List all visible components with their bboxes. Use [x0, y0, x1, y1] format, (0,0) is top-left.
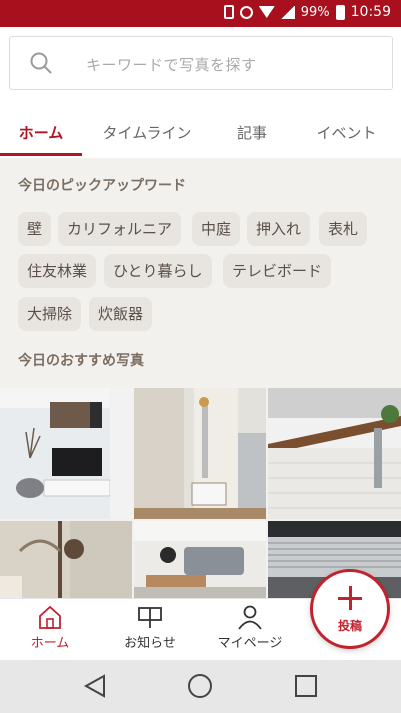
nav-home-label: ホーム — [30, 636, 70, 651]
photo-tile[interactable] — [0, 521, 132, 598]
home-icon — [39, 605, 61, 629]
signboard-icon — [138, 607, 162, 628]
battery-icon — [335, 4, 345, 20]
nav-mypage[interactable]: マイページ — [200, 599, 300, 659]
search-input[interactable]: キーワードで写真を探す — [9, 36, 393, 90]
living-room-photo — [0, 388, 132, 519]
pickup-chip[interactable]: カリフォルニア — [58, 212, 182, 246]
wifi-icon — [258, 6, 275, 18]
pickup-chip[interactable]: 住友林業 — [18, 254, 97, 288]
photo-tile[interactable] — [134, 521, 266, 598]
nav-notifications-label: お知らせ — [124, 636, 176, 651]
pickup-chip[interactable]: ひとり暮らし — [104, 254, 212, 288]
pickup-chip[interactable]: 大掃除 — [18, 297, 82, 331]
tab-timeline[interactable]: タイムライン — [82, 113, 212, 158]
clock: 10:59 — [350, 4, 391, 20]
search-placeholder: キーワードで写真を探す — [86, 56, 257, 74]
sofa-photo — [134, 521, 266, 598]
pickup-chip[interactable]: 炊飯器 — [89, 297, 153, 331]
pickup-chip[interactable]: 壁 — [18, 212, 52, 246]
tab-home[interactable]: ホーム — [0, 113, 82, 158]
recommend-title: 今日のおすすめ写真 — [18, 353, 144, 369]
user-icon — [238, 605, 262, 630]
search-icon — [30, 52, 52, 74]
back-icon[interactable] — [83, 674, 105, 698]
post-button-label: 投稿 — [337, 619, 362, 633]
photo-grid — [0, 388, 401, 598]
nav-mypage-label: マイページ — [217, 636, 283, 651]
plus-icon — [338, 586, 362, 610]
tab-articles[interactable]: 記事 — [212, 113, 292, 158]
pickup-chip[interactable]: 中庭 — [192, 212, 241, 246]
vibrate-icon — [223, 5, 234, 19]
tab-events[interactable]: イベント — [292, 113, 401, 158]
photo-tile[interactable] — [0, 388, 132, 519]
pickup-chip[interactable]: テレビボード — [223, 254, 332, 288]
post-button[interactable]: 投稿 — [310, 569, 390, 649]
pickup-chip[interactable]: 押入れ — [247, 212, 311, 246]
tab-bar: ホーム タイムライン 記事 イベント — [0, 113, 401, 158]
battery-percent: 99% — [300, 4, 330, 20]
header: キーワードで写真を探す ホーム タイムライン 記事 イベント — [0, 27, 401, 158]
pickup-title: 今日のピックアップワード — [18, 178, 186, 194]
system-nav-bar — [0, 660, 401, 713]
photo-tile[interactable] — [134, 388, 266, 519]
alarm-icon — [239, 5, 253, 19]
brick-wall-photo — [268, 388, 401, 519]
recents-icon[interactable] — [295, 675, 317, 697]
signal-icon — [280, 5, 295, 19]
home-circle-icon[interactable] — [188, 674, 212, 698]
vacuum-photo — [134, 388, 266, 519]
pickup-chip[interactable]: 表札 — [319, 212, 368, 246]
photo-tile[interactable] — [268, 388, 401, 519]
status-bar: 99% 10:59 — [0, 0, 401, 27]
nav-notifications[interactable]: お知らせ — [100, 599, 200, 659]
interior-photo — [0, 521, 132, 598]
nav-home[interactable]: ホーム — [0, 599, 100, 659]
